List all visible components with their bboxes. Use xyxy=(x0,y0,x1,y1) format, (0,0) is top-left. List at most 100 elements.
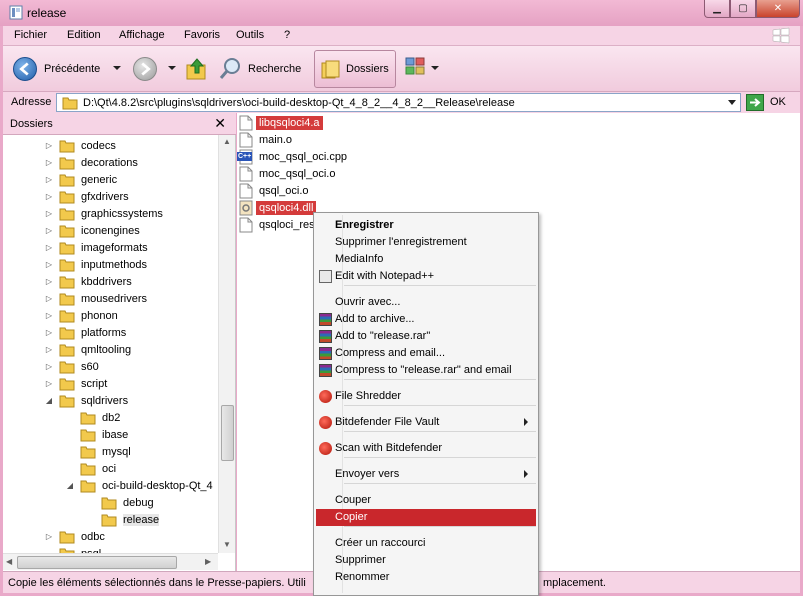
ctx-ouvrir-avec[interactable]: Ouvrir avec... xyxy=(316,294,536,311)
go-button[interactable]: OK xyxy=(746,94,796,111)
tree-item[interactable]: ◢ sqldrivers xyxy=(44,392,128,409)
file-item[interactable]: qsqloci4.dll xyxy=(239,199,317,216)
file-item[interactable]: moc_qsql_oci.o xyxy=(239,165,338,182)
file-item[interactable]: qsql_oci.o xyxy=(239,182,312,199)
file-item[interactable]: main.o xyxy=(239,131,295,148)
tree-expander-icon[interactable]: ▷ xyxy=(44,277,54,286)
tree-expander-icon[interactable]: ▷ xyxy=(44,209,54,218)
back-button-label[interactable]: Précédente xyxy=(44,63,100,75)
tree-expander-icon[interactable]: ▷ xyxy=(44,192,54,201)
file-item[interactable]: C++ moc_qsql_oci.cpp xyxy=(237,148,350,165)
tree-item[interactable]: debug xyxy=(86,494,154,511)
chevron-down-icon xyxy=(728,99,736,105)
back-dropdown-icon[interactable] xyxy=(113,66,121,70)
ctx-couper[interactable]: Couper xyxy=(316,492,536,509)
tree-item[interactable]: ◢ oci-build-desktop-Qt_4 xyxy=(65,477,213,494)
tree-item[interactable]: ▷ script xyxy=(44,375,107,392)
tree-expander-icon[interactable]: ▷ xyxy=(44,345,54,354)
scroll-left-icon[interactable]: ◀ xyxy=(6,557,12,566)
ctx-renommer[interactable]: Renommer xyxy=(316,569,536,586)
close-button[interactable]: ✕ xyxy=(756,0,800,18)
ctx-file-shredder[interactable]: File Shredder xyxy=(316,388,536,405)
tree-item[interactable]: ▷ qmltooling xyxy=(44,341,131,358)
tree-item[interactable]: ▷ imageformats xyxy=(44,239,148,256)
tree-expander-icon[interactable]: ▷ xyxy=(44,311,54,320)
tree-item[interactable]: ▷ mousedrivers xyxy=(44,290,147,307)
tree-item[interactable]: ▷ iconengines xyxy=(44,222,140,239)
ctx-copier[interactable]: Copier xyxy=(316,509,536,526)
ctx-scan-bitdefender[interactable]: Scan with Bitdefender xyxy=(316,440,536,457)
tree-expander-icon[interactable]: ▷ xyxy=(44,158,54,167)
tree-item[interactable]: ▷ generic xyxy=(44,171,117,188)
horizontal-scrollbar[interactable]: ◀ ▶ xyxy=(3,553,218,570)
tree-expander-icon[interactable]: ▷ xyxy=(44,141,54,150)
maximize-button[interactable]: ▢ xyxy=(730,0,756,18)
tree-item[interactable]: ▷ phonon xyxy=(44,307,118,324)
scroll-right-icon[interactable]: ▶ xyxy=(205,557,211,566)
folders-button[interactable]: Dossiers xyxy=(314,50,396,88)
tree-item[interactable]: ▷ odbc xyxy=(44,528,105,545)
tree-item[interactable]: release xyxy=(86,511,160,528)
ctx-enregistrer[interactable]: Enregistrer xyxy=(316,217,536,234)
ctx-envoyer-vers[interactable]: Envoyer vers xyxy=(316,466,536,483)
ctx-edit-notepad[interactable]: Edit with Notepad++ xyxy=(316,268,536,285)
tree-item[interactable]: ▷ decorations xyxy=(44,154,138,171)
tree-item[interactable]: ibase xyxy=(65,426,128,443)
vertical-scrollbar[interactable]: ▲ ▼ xyxy=(218,135,235,553)
tree-item[interactable]: ▷ gfxdrivers xyxy=(44,188,129,205)
up-folder-icon[interactable] xyxy=(184,56,210,82)
scroll-up-icon[interactable]: ▲ xyxy=(223,137,231,146)
menu-affichage[interactable]: Affichage xyxy=(119,29,165,41)
tree-expander-icon[interactable]: ▷ xyxy=(44,260,54,269)
views-icon[interactable] xyxy=(404,56,430,78)
search-button-label[interactable]: Recherche xyxy=(248,63,301,75)
tree-item[interactable]: ▷ graphicssystems xyxy=(44,205,163,222)
tree-expander-icon[interactable]: ▷ xyxy=(44,294,54,303)
tree-expander-icon[interactable]: ◢ xyxy=(44,396,54,405)
file-item[interactable]: qsqloci_res xyxy=(239,216,318,233)
ctx-mediainfo[interactable]: MediaInfo xyxy=(316,251,536,268)
ctx-add-to-release-rar[interactable]: Add to "release.rar" xyxy=(316,328,536,345)
tree-expander-icon[interactable]: ◢ xyxy=(65,481,75,490)
tree-expander-icon[interactable]: ▷ xyxy=(44,362,54,371)
ctx-supprimer-enregistrement[interactable]: Supprimer l'enregistrement xyxy=(316,234,536,251)
ctx-supprimer[interactable]: Supprimer xyxy=(316,552,536,569)
tree-item[interactable]: ▷ kbddrivers xyxy=(44,273,132,290)
menu-outils[interactable]: Outils xyxy=(236,29,264,41)
tree-expander-icon[interactable]: ▷ xyxy=(44,379,54,388)
menu-edition[interactable]: Edition xyxy=(67,29,101,41)
tree-item[interactable]: ▷ platforms xyxy=(44,324,126,341)
ctx-compress-email[interactable]: Compress and email... xyxy=(316,345,536,362)
ctx-creer-raccourci[interactable]: Créer un raccourci xyxy=(316,535,536,552)
menu-favoris[interactable]: Favoris xyxy=(184,29,220,41)
horizontal-scroll-thumb[interactable] xyxy=(17,556,177,569)
tree-expander-icon[interactable]: ▷ xyxy=(44,243,54,252)
tree-expander-icon[interactable]: ▷ xyxy=(44,328,54,337)
address-input[interactable]: D:\Qt\4.8.2\src\plugins\sqldrivers\oci-b… xyxy=(56,93,741,112)
tree-item[interactable]: mysql xyxy=(65,443,131,460)
tree-item[interactable]: ▷ inputmethods xyxy=(44,256,147,273)
tree-expander-icon[interactable]: ▷ xyxy=(44,175,54,184)
tree-item[interactable]: ▷ s60 xyxy=(44,358,99,375)
vertical-scroll-thumb[interactable] xyxy=(221,405,234,461)
views-dropdown-icon[interactable] xyxy=(431,66,439,70)
tree-expander-icon[interactable]: ▷ xyxy=(44,226,54,235)
menu-fichier[interactable]: Fichier xyxy=(14,29,47,41)
address-dropdown-button[interactable] xyxy=(724,94,740,111)
back-arrow-icon[interactable] xyxy=(13,57,37,81)
tree-item[interactable]: ▷ codecs xyxy=(44,137,116,154)
forward-arrow-icon[interactable] xyxy=(133,57,157,81)
close-icon[interactable]: ✕ xyxy=(214,115,226,132)
tree-item[interactable]: oci xyxy=(65,460,116,477)
ctx-bitdefender-vault[interactable]: Bitdefender File Vault xyxy=(316,414,536,431)
ctx-add-to-archive[interactable]: Add to archive... xyxy=(316,311,536,328)
tree-item[interactable]: db2 xyxy=(65,409,120,426)
search-icon[interactable] xyxy=(218,56,244,82)
ctx-compress-release-email[interactable]: Compress to "release.rar" and email xyxy=(316,362,536,379)
tree-expander-icon[interactable]: ▷ xyxy=(44,532,54,541)
scroll-down-icon[interactable]: ▼ xyxy=(223,540,231,549)
file-item[interactable]: libqsqloci4.a xyxy=(239,114,323,131)
forward-dropdown-icon[interactable] xyxy=(168,66,176,70)
menu-help[interactable]: ? xyxy=(284,29,290,41)
minimize-button[interactable]: ▁ xyxy=(704,0,730,18)
